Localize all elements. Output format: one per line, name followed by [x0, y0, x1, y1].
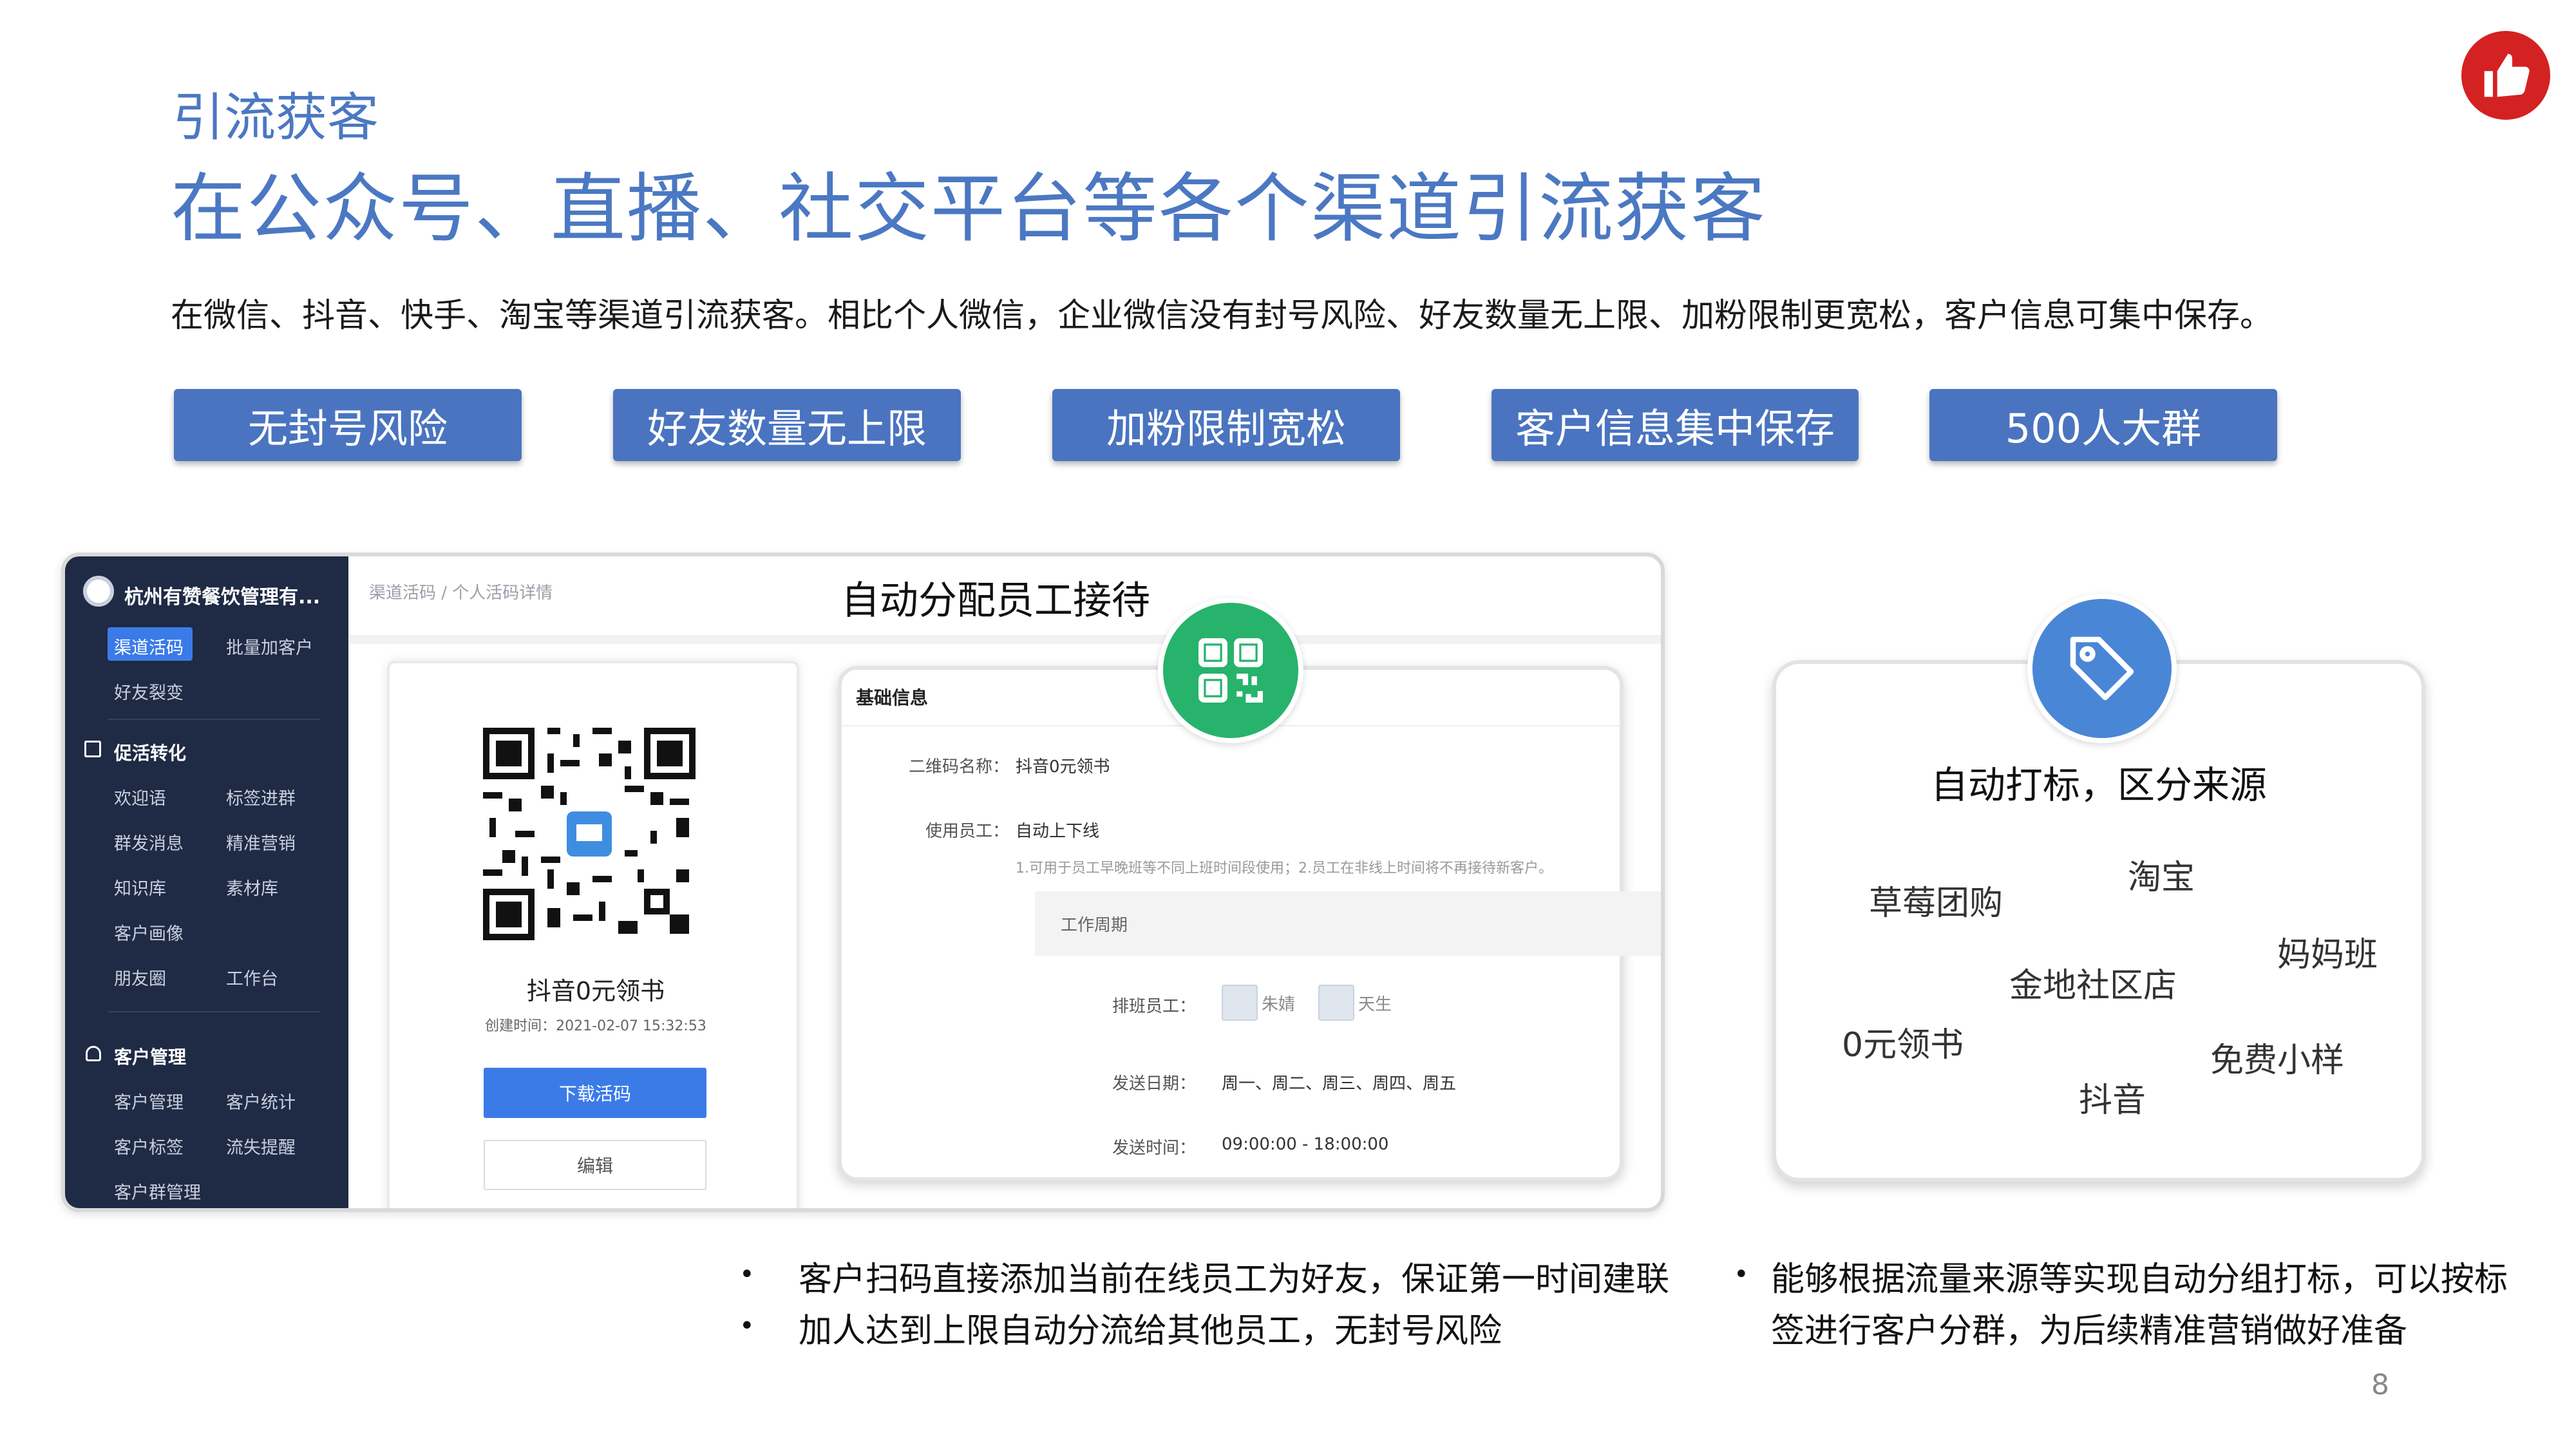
product-screenshot: 杭州有赞餐饮管理有... 渠道活码 批量加客户 好友裂变 促活转化 欢迎语 标签…: [61, 553, 1665, 1212]
work-period-header: 工作周期: [1035, 891, 1661, 956]
company-name: 杭州有赞餐饮管理有...: [124, 586, 321, 609]
qr-code-card: 抖音0元领书 创建时间：2021-02-07 15:32:53 下载活码 编辑: [387, 661, 799, 1208]
basic-info-card: 基础信息 二维码名称： 抖音0元领书 使用员工： 自动上下线 1.可用于员工早晚…: [838, 666, 1661, 1181]
sidebar-section-customers[interactable]: 客户管理: [114, 1043, 186, 1069]
employee-chip[interactable]: 朱婧: [1222, 984, 1295, 1021]
employee-avatar: [1222, 985, 1258, 1021]
sidebar-item-customer-mgmt[interactable]: 客户管理: [114, 1088, 184, 1113]
qr-created-time: 创建时间：2021-02-07 15:32:53: [485, 1018, 706, 1034]
employee-name: 天生: [1358, 994, 1392, 1014]
feature-tag-centralized-info: 客户信息集中保存: [1492, 389, 1859, 461]
user-icon: [86, 1046, 101, 1061]
sidebar-item-customer-tags[interactable]: 客户标签: [114, 1133, 184, 1159]
qr-code-image: [483, 728, 696, 940]
checklist-icon: [84, 741, 101, 757]
sidebar-item-workbench[interactable]: 工作台: [226, 965, 278, 990]
bullet-text: 加人达到上限自动分流给其他员工，无封号风险: [799, 1312, 1502, 1350]
sidebar: 杭州有赞餐饮管理有... 渠道活码 批量加客户 好友裂变 促活转化 欢迎语 标签…: [65, 556, 348, 1208]
schedule-label: 排班员工：: [1112, 997, 1196, 1016]
qr-code-icon: [1198, 638, 1263, 703]
page-description: 在微信、抖音、快手、淘宝等渠道引流获客。相比个人微信，企业微信没有封号风险、好友…: [171, 297, 2273, 335]
breadcrumb[interactable]: 渠道活码 / 个人活码详情: [369, 580, 553, 603]
bullet-text: 签进行客户分群，为后续精准营销做好准备: [1771, 1312, 2408, 1350]
bullet-dot: •: [739, 1311, 755, 1341]
qr-badge: [1158, 598, 1303, 743]
bullet-text: 能够根据流量来源等实现自动分组打标，可以按标: [1771, 1260, 2508, 1299]
qr-name-value: 抖音0元领书: [1016, 757, 1110, 777]
sidebar-item-churn-alert[interactable]: 流失提醒: [226, 1133, 296, 1159]
sidebar-item-portrait[interactable]: 客户画像: [114, 920, 184, 945]
source-tag: 免费小样: [2210, 1041, 2345, 1080]
sidebar-item-precision-marketing[interactable]: 精准营销: [226, 829, 296, 855]
bullet-text: 客户扫码直接添加当前在线员工为好友，保证第一时间建联: [799, 1260, 1670, 1299]
employee-chip[interactable]: 天生: [1318, 984, 1392, 1021]
date-label: 发送日期：: [1112, 1074, 1196, 1094]
like-badge: [2461, 31, 2550, 120]
work-period-label: 工作周期: [1061, 916, 1128, 935]
sidebar-item-channel-code[interactable]: 渠道活码: [114, 634, 184, 659]
download-code-button[interactable]: 下载活码: [484, 1068, 706, 1118]
bullet-dot: •: [1734, 1260, 1749, 1289]
feature-tag-loose-limit: 加粉限制宽松: [1052, 389, 1400, 461]
staff-note: 1.可用于员工早晚班等不同上班时间段使用；2.员工在非线上时间将不再接待新客户。: [1016, 860, 1553, 876]
screenshot-heading: 自动分配员工接待: [841, 578, 1150, 623]
tag-badge: [2027, 594, 2177, 743]
sidebar-item-group-mgmt[interactable]: 客户群管理: [114, 1179, 201, 1204]
sidebar-item-customer-stats[interactable]: 客户统计: [226, 1088, 296, 1113]
qr-name-label: 二维码名称：: [908, 757, 1009, 777]
feature-tag-no-ban: 无封号风险: [174, 389, 522, 461]
source-tag: 0元领书: [1842, 1026, 1964, 1065]
basic-info-title: 基础信息: [856, 687, 929, 708]
staff-label: 使用员工：: [925, 822, 1009, 841]
source-tag: 抖音: [2079, 1081, 2146, 1120]
page-title: 在公众号、直播、社交平台等各个渠道引流获客: [171, 166, 1766, 252]
auto-tag-title: 自动打标，区分来源: [1930, 763, 2267, 807]
edit-button[interactable]: 编辑: [484, 1140, 706, 1190]
source-tag: 金地社区店: [2009, 967, 2177, 1005]
company-avatar: [83, 576, 114, 607]
page-number: 8: [2371, 1368, 2389, 1401]
thumbs-up-icon: [2484, 53, 2530, 97]
source-tag: 妈妈班: [2277, 936, 2378, 974]
header-divider: [348, 635, 1661, 644]
feature-tag-500-group: 500人大群: [1929, 389, 2277, 461]
sidebar-item-knowledge[interactable]: 知识库: [114, 875, 166, 900]
sidebar-divider: [108, 719, 320, 720]
feature-tag-unlimited-friends: 好友数量无上限: [613, 389, 961, 461]
sidebar-item-materials[interactable]: 素材库: [226, 875, 278, 900]
staff-value[interactable]: 自动上下线: [1016, 818, 1099, 842]
sidebar-item-fission[interactable]: 好友裂变: [114, 679, 184, 704]
time-label: 发送时间：: [1112, 1139, 1196, 1158]
time-value: 09:00:00 - 18:00:00: [1222, 1135, 1389, 1154]
tag-icon: [2070, 636, 2134, 701]
employee-name: 朱婧: [1262, 994, 1296, 1014]
source-tag: 草莓团购: [1869, 884, 2003, 923]
sidebar-divider: [108, 1011, 320, 1012]
date-value: 周一、周二、周三、周四、周五: [1222, 1074, 1457, 1094]
source-tag: 淘宝: [2128, 858, 2195, 897]
sidebar-item-moments[interactable]: 朋友圈: [114, 965, 166, 990]
bullet-dot: •: [739, 1260, 755, 1289]
sidebar-item-welcome[interactable]: 欢迎语: [114, 784, 166, 810]
sidebar-section-activation[interactable]: 促活转化: [114, 739, 186, 765]
qr-code-name: 抖音0元领书: [526, 977, 665, 1005]
sidebar-item-mass-message[interactable]: 群发消息: [114, 829, 184, 855]
sidebar-item-batch-add[interactable]: 批量加客户: [226, 634, 313, 659]
sidebar-item-tag-group[interactable]: 标签进群: [226, 784, 296, 810]
employee-avatar: [1318, 985, 1354, 1021]
section-subtitle: 引流获客: [173, 88, 379, 147]
